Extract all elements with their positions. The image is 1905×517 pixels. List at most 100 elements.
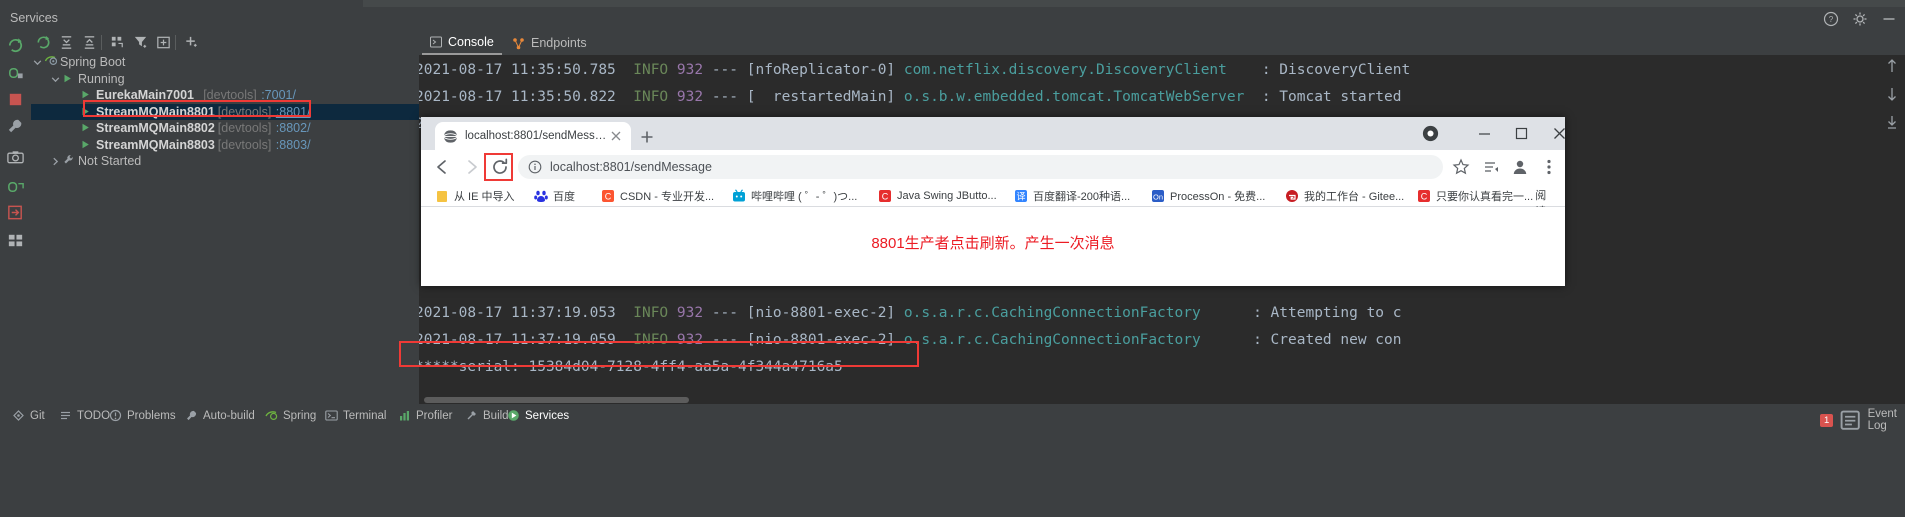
profile-icon[interactable] [6, 177, 25, 196]
bookmark-baidu-fanyi[interactable]: 译百度翻译-200种语... [1014, 187, 1130, 204]
settings-gear-icon[interactable] [1852, 11, 1868, 27]
chevron-right-icon[interactable] [51, 157, 60, 166]
reading-list-icon[interactable] [1481, 157, 1501, 177]
status-problems[interactable]: Problems [109, 408, 176, 423]
page-info-icon[interactable] [528, 160, 542, 174]
expand-all-icon[interactable] [58, 34, 75, 51]
service-streammqmain8801-icon [81, 104, 90, 121]
services-left-toolbar [0, 31, 31, 404]
top-strip-left [0, 0, 363, 7]
camera-icon[interactable] [6, 148, 25, 167]
scroll-down-icon[interactable] [1885, 85, 1899, 103]
status-auto-build[interactable]: Auto-build [185, 408, 255, 423]
status-git[interactable]: Git [12, 408, 45, 423]
service-streammqmain8802-port-link[interactable]: :8802/ [276, 120, 311, 137]
status-build[interactable]: Build [465, 408, 509, 423]
close-tab-icon[interactable] [609, 129, 623, 143]
log-segment: 2021-08-17 11:37:19.059 [419, 332, 625, 348]
build-icon [467, 411, 476, 420]
address-bar[interactable]: localhost:8801/sendMessage [518, 155, 1443, 179]
status-git-label: Git [30, 409, 45, 422]
reload-icon[interactable] [490, 157, 510, 177]
bookmark-processon-label: ProcessOn - 免费... [1170, 190, 1266, 203]
close-window-button[interactable] [1551, 125, 1568, 142]
back-arrow-icon[interactable] [432, 157, 452, 177]
tab-console[interactable]: Console [422, 31, 502, 55]
services-tree[interactable]: Spring Boot Running EurekaMain7001 [devtool… [31, 54, 419, 404]
bookmark-csdn[interactable]: C CSDN - 专业开发... [601, 187, 714, 204]
hide-panel-icon[interactable] [1881, 11, 1897, 27]
bookmark-import-from-ie[interactable]: 从 IE 中导入 [435, 187, 515, 204]
record-icon[interactable] [1421, 124, 1440, 143]
console-scrollbar-thumb[interactable] [424, 397, 689, 403]
layout-icon[interactable] [6, 231, 25, 250]
run-green-icon [82, 140, 89, 148]
tab-endpoints[interactable]: Endpoints [504, 31, 595, 55]
forward-arrow-icon[interactable] [462, 157, 482, 177]
not-started-group-icon [63, 153, 74, 170]
debug-icon[interactable] [6, 63, 25, 82]
export-icon[interactable] [6, 203, 25, 222]
chrome-browser-window[interactable]: localhost:8801/sendMessage localhost:880… [421, 117, 1565, 286]
spring-boot[interactable]: Spring Boot [31, 54, 419, 71]
event-log-icon [1840, 410, 1860, 430]
chevron-down-icon[interactable] [51, 75, 60, 84]
service-eurekamain7001-port-link[interactable]: :7001/ [261, 87, 296, 104]
status-services-label: Services [525, 409, 570, 422]
bookmark-star-icon[interactable] [1451, 157, 1471, 177]
bookmark-bilibili[interactable]: 哔哩哔哩 ( ゜- ゜)つ... [732, 187, 857, 204]
stop-icon[interactable] [6, 90, 25, 109]
add-service-icon[interactable] [183, 34, 200, 51]
console-log-line: 2021-08-17 11:35:50.785 INFO 932 --- [nf… [419, 57, 1410, 84]
status-event-log[interactable]: 1 Event Log [1820, 408, 1897, 432]
log-segment: *****serial: 15384d04-7128-4ff4-aa5a-4f3… [419, 359, 843, 375]
todo-icon [61, 411, 70, 420]
bookmark-my-workbench[interactable]: 我的工作台 - Gitee... [1285, 187, 1404, 204]
service-streammqmain8801[interactable]: StreamMQMain8801 [devtools]:8801/ [31, 103, 419, 121]
status-spring[interactable]: Spring [265, 408, 316, 423]
bookmark-baidu-fanyi-label: 百度翻译-200种语... [1033, 190, 1131, 203]
rerun-icon[interactable] [6, 36, 25, 55]
log-segment: --- [nio-8801-exec-2] [703, 305, 904, 321]
ide-status-bar[interactable]: Git TODO Problems Auto-build Spring Terminal P… [0, 404, 1905, 432]
service-streammqmain8803-port-link[interactable]: :8803/ [276, 137, 311, 154]
settings-wrench-icon[interactable] [6, 117, 25, 136]
chevron-down-icon[interactable] [33, 58, 42, 67]
status-terminal[interactable]: Terminal [325, 408, 386, 423]
minimize-window-button[interactable] [1476, 125, 1493, 142]
console-horizontal-scrollbar[interactable] [419, 396, 1905, 404]
scroll-to-end-icon[interactable] [1885, 113, 1899, 131]
bookmarks-bar[interactable]: 从 IE 中导入 百度 C CSDN - 专业开发... 哔哩哔哩 ( ゜- ゜)つ..… [421, 184, 1565, 250]
service-streammqmain8801-port-link[interactable]: :8801/ [276, 104, 311, 121]
group-by-icon[interactable] [109, 34, 126, 51]
rerun-service-icon[interactable] [35, 34, 52, 51]
not-started-group[interactable]: Not Started [31, 153, 419, 170]
browser-menu-icon[interactable] [1539, 157, 1559, 177]
collapse-all-icon[interactable] [81, 34, 98, 51]
service-eurekamain7001[interactable]: EurekaMain7001 [devtools]:7001/ [31, 87, 419, 104]
terminal-icon [325, 410, 338, 421]
status-todo[interactable]: TODO [59, 408, 110, 423]
new-tab-button[interactable] [637, 127, 657, 147]
csdn-icon: C [602, 189, 614, 202]
filter-icon[interactable] [132, 34, 149, 51]
help-icon[interactable]: ? [1823, 11, 1839, 27]
log-segment: 932 [668, 62, 704, 78]
maximize-window-button[interactable] [1513, 125, 1530, 142]
scroll-up-icon[interactable] [1885, 57, 1899, 75]
browser-tab[interactable]: localhost:8801/sendMessage [435, 122, 631, 150]
bookmark-processon[interactable]: On ProcessOn - 免费... [1151, 187, 1265, 204]
status-profiler[interactable]: Profiler [398, 408, 452, 423]
service-streammqmain8803[interactable]: StreamMQMain8803 [devtools]:8803/ [31, 137, 419, 154]
processon-icon: On [1152, 189, 1164, 202]
bookmark-java-swing[interactable]: C Java Swing JButto... [878, 187, 997, 204]
bookmark-baidu[interactable]: 百度 [534, 187, 575, 204]
top-strip-right [363, 0, 1905, 7]
profile-avatar-icon[interactable] [1510, 157, 1530, 177]
status-services[interactable]: Services [507, 408, 569, 423]
log-segment: com.netflix.discovery.DiscoveryClient [903, 62, 1227, 78]
running-group[interactable]: Running [31, 71, 419, 88]
add-tab-icon[interactable] [155, 34, 172, 51]
service-streammqmain8802[interactable]: StreamMQMain8802 [devtools]:8802/ [31, 120, 419, 137]
service-streammqmain8802-label: StreamMQMain8802 [96, 121, 215, 135]
